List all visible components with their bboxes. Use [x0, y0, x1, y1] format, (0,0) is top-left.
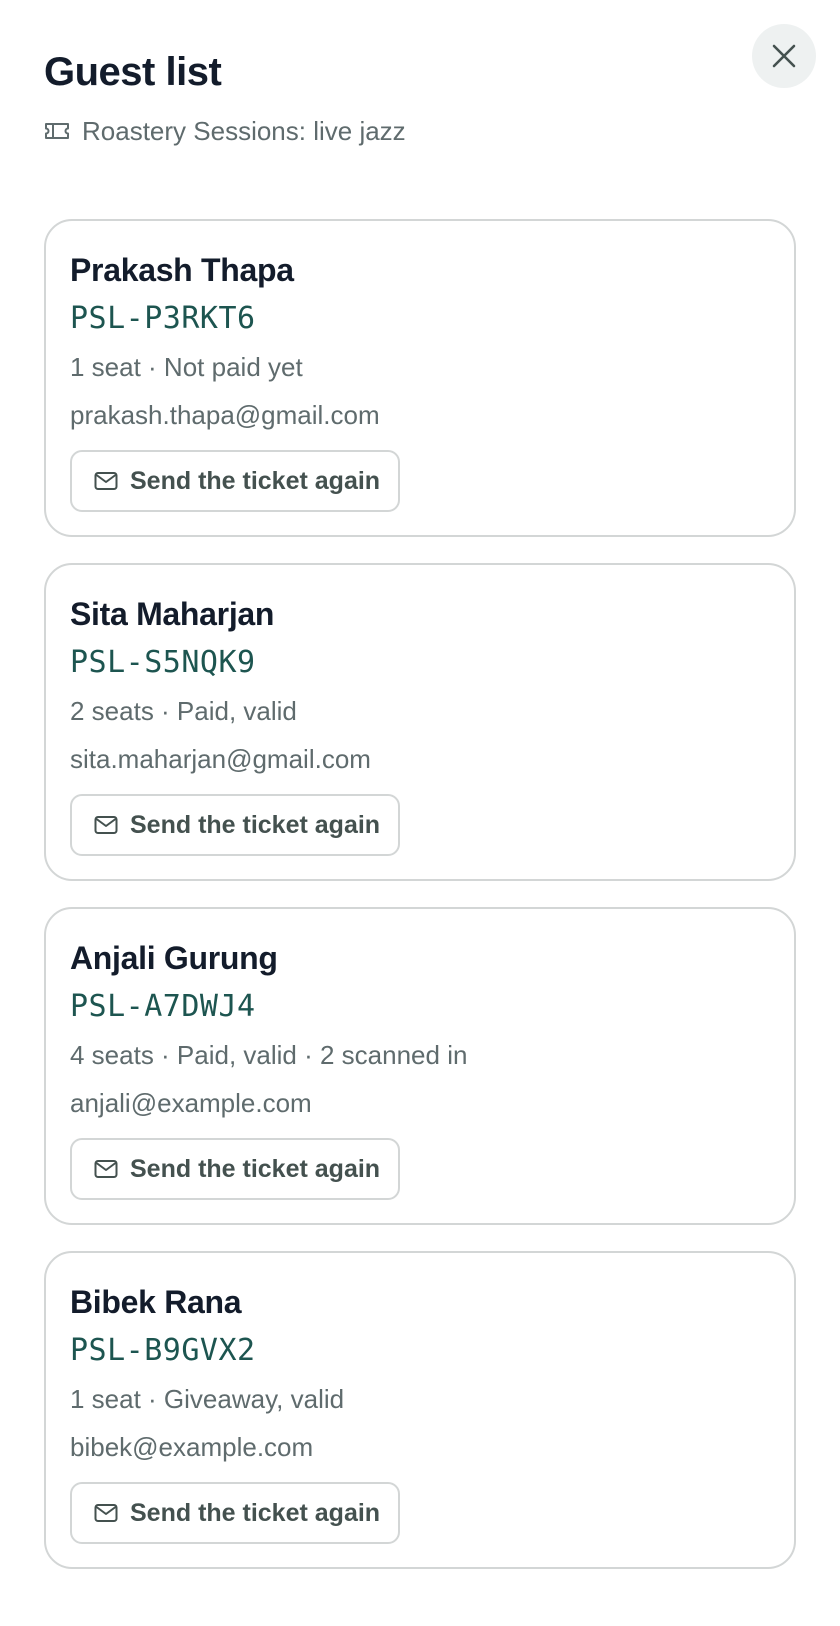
- resend-ticket-label: Send the ticket again: [130, 1155, 381, 1183]
- guest-card: Bibek Rana PSL-B9GVX2 1 seat · Giveaway,…: [44, 1251, 796, 1569]
- ticket-code: PSL-S5NQK9: [70, 645, 256, 680]
- guest-name: Anjali Gurung: [70, 940, 278, 976]
- event-name: Roastery Sessions: live jazz: [82, 116, 406, 146]
- ticket-status: 2 seats · Paid, valid: [70, 696, 297, 726]
- guest-list-sheet: Guest list Roastery Sessions: live jazz …: [0, 0, 840, 1626]
- mail-icon: [94, 816, 118, 834]
- page-title: Guest list: [44, 50, 222, 94]
- guest-name: Bibek Rana: [70, 1284, 242, 1320]
- resend-ticket-button[interactable]: Send the ticket again: [70, 1482, 400, 1544]
- ticket-code: PSL-P3RKT6: [70, 301, 256, 336]
- mail-icon: [94, 1160, 118, 1178]
- resend-ticket-button[interactable]: Send the ticket again: [70, 794, 400, 856]
- resend-ticket-label: Send the ticket again: [130, 811, 381, 839]
- mail-icon: [94, 472, 118, 490]
- ticket-code: PSL-B9GVX2: [70, 1333, 256, 1368]
- ticket-code: PSL-A7DWJ4: [70, 989, 256, 1024]
- resend-ticket-label: Send the ticket again: [130, 1499, 381, 1527]
- resend-ticket-button[interactable]: Send the ticket again: [70, 450, 400, 512]
- resend-ticket-button[interactable]: Send the ticket again: [70, 1138, 400, 1200]
- guest-email: bibek@example.com: [70, 1432, 314, 1462]
- guest-card: Anjali Gurung PSL-A7DWJ4 4 seats · Paid,…: [44, 907, 796, 1225]
- mail-icon: [94, 1504, 118, 1522]
- guest-email: sita.maharjan@gmail.com: [70, 744, 371, 774]
- guest-name: Sita Maharjan: [70, 596, 275, 632]
- close-icon: [772, 44, 796, 68]
- guest-name: Prakash Thapa: [70, 252, 294, 288]
- event-subtitle: Roastery Sessions: live jazz: [44, 114, 796, 148]
- ticket-status: 4 seats · Paid, valid · 2 scanned in: [70, 1040, 468, 1070]
- ticket-status: 1 seat · Not paid yet: [70, 352, 303, 382]
- guest-email: anjali@example.com: [70, 1088, 312, 1118]
- guest-email: prakash.thapa@gmail.com: [70, 400, 380, 430]
- guest-card: Prakash Thapa PSL-P3RKT6 1 seat · Not pa…: [44, 219, 796, 537]
- resend-ticket-label: Send the ticket again: [130, 467, 381, 495]
- guest-card: Sita Maharjan PSL-S5NQK9 2 seats · Paid,…: [44, 563, 796, 881]
- guest-list: Prakash Thapa PSL-P3RKT6 1 seat · Not pa…: [44, 219, 796, 1569]
- ticket-icon: [45, 123, 69, 139]
- close-button[interactable]: [752, 24, 816, 88]
- ticket-status: 1 seat · Giveaway, valid: [70, 1384, 345, 1414]
